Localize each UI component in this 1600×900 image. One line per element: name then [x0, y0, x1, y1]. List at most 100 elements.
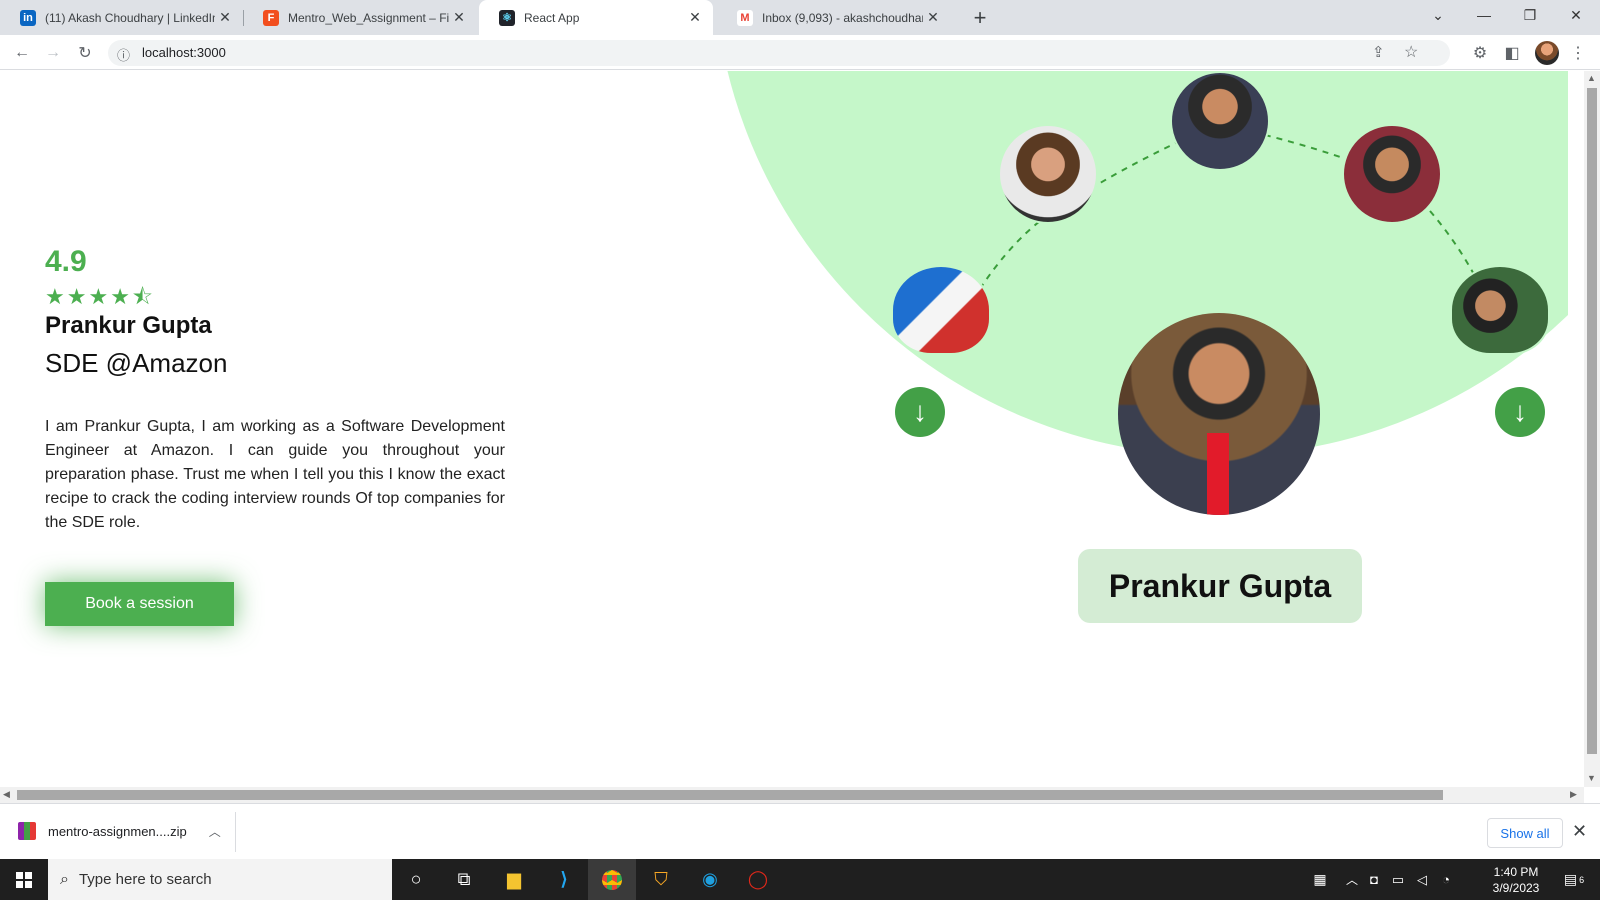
mentor-role: SDE @Amazon — [45, 348, 228, 378]
volume-icon[interactable]: ◁ — [1410, 859, 1434, 900]
star-icon: ★ — [45, 284, 65, 309]
notifications-icon[interactable]: ▤ 6 — [1554, 859, 1594, 900]
windows-start-icon[interactable] — [0, 859, 48, 900]
close-tab-icon[interactable]: ✕ — [685, 9, 705, 26]
arrow-down-left-button[interactable]: ↓ — [895, 387, 945, 437]
scroll-down-icon[interactable]: ▼ — [1587, 773, 1596, 783]
tab-title: (11) Akash Choudhary | LinkedIn — [45, 10, 215, 25]
scroll-up-icon[interactable]: ▲ — [1587, 73, 1596, 83]
downloads-bar: mentro-assignmen....zip ︿ Show all ✕ — [0, 803, 1600, 859]
tab-figma[interactable]: F Mentro_Web_Assignment – Figma ✕ — [243, 0, 477, 35]
keyboard-layout-icon[interactable]: ▦ — [1306, 859, 1334, 900]
back-arrow-icon[interactable]: ← — [10, 41, 34, 65]
mentor-name: Prankur Gupta — [45, 312, 212, 339]
cortana-icon[interactable]: ○ — [392, 859, 440, 900]
new-tab-button[interactable]: + — [966, 4, 994, 32]
site-info-icon[interactable]: ⓘ — [117, 45, 130, 64]
vertical-scrollbar[interactable]: ▲ ▼ — [1584, 71, 1600, 787]
star-icon: ★ — [88, 284, 109, 309]
minimize-button[interactable]: — — [1462, 0, 1506, 30]
close-tab-icon[interactable]: ✕ — [449, 9, 469, 26]
mentor-avatar-4[interactable] — [891, 265, 991, 355]
mentor-bio: I am Prankur Gupta, I am working as a So… — [45, 418, 505, 531]
reload-icon[interactable]: ↻ — [73, 41, 97, 65]
tab-gmail[interactable]: M Inbox (9,093) - akashchoudhary8 ✕ — [717, 0, 951, 35]
close-tab-icon[interactable]: ✕ — [923, 9, 943, 26]
system-clock[interactable]: 1:40 PM 3/9/2023 — [1486, 864, 1546, 896]
divider — [235, 812, 236, 852]
taskbar-search-box[interactable]: ⌕ Type here to search — [48, 859, 392, 900]
close-downloads-icon[interactable]: ✕ — [1572, 821, 1587, 842]
clock-time: 1:40 PM — [1493, 865, 1539, 879]
tab-search-icon[interactable]: ⌄ — [1416, 0, 1460, 30]
react-icon: ⚛ — [499, 9, 515, 26]
vscode-icon[interactable]: ⟩ — [540, 859, 588, 900]
search-icon: ⌕ — [60, 870, 69, 888]
url-text: localhost:3000 — [142, 45, 226, 60]
taskbar-search-placeholder: Type here to search — [78, 871, 212, 888]
task-view-icon[interactable]: ⧉ — [440, 859, 488, 900]
horizontal-scroll-thumb[interactable] — [17, 790, 1443, 800]
star-rating: ★ ★ ★ ★ ⯪ — [45, 286, 153, 308]
browser-tab-strip: in (11) Akash Choudhary | LinkedIn ✕ F M… — [0, 0, 1600, 35]
tab-title: Mentro_Web_Assignment – Figma — [288, 10, 449, 25]
book-session-button[interactable]: Book a session — [45, 582, 234, 626]
close-tab-icon[interactable]: ✕ — [215, 9, 235, 26]
page-viewport: ↓ ↓ Prankur Gupta 4.9 ★ ★ ★ ★ ⯪ Prankur … — [0, 71, 1568, 787]
figma-icon: F — [263, 9, 279, 26]
restore-button[interactable]: ❐ — [1508, 0, 1552, 30]
address-bar[interactable]: ⓘ localhost:3000 ⇪ ☆ — [108, 40, 1450, 66]
battery-icon[interactable]: ▭ — [1386, 859, 1410, 900]
clock-date: 3/9/2023 — [1492, 881, 1540, 895]
mentor-avatar-3[interactable] — [1342, 124, 1442, 224]
horizontal-scrollbar[interactable]: ◀ ▶ — [0, 787, 1584, 803]
brave-icon[interactable]: ⛉ — [637, 859, 685, 900]
scroll-left-icon[interactable]: ◀ — [3, 789, 10, 800]
side-panel-icon[interactable]: ◧ — [1500, 41, 1524, 65]
tab-title: React App — [524, 10, 580, 25]
show-all-downloads-button[interactable]: Show all — [1487, 818, 1563, 848]
camera-icon[interactable]: ◘ — [1362, 859, 1386, 900]
arrow-down-icon: ↓ — [1513, 396, 1527, 427]
gmail-icon: M — [737, 9, 753, 26]
tie-shape — [1207, 433, 1229, 515]
profile-avatar[interactable] — [1535, 41, 1559, 65]
scroll-right-icon[interactable]: ▶ — [1570, 789, 1577, 800]
half-star-icon: ⯪ — [131, 284, 153, 309]
edge-icon[interactable]: ◉ — [686, 859, 734, 900]
bookmark-star-icon[interactable]: ☆ — [1404, 42, 1418, 62]
notification-count: 6 — [1579, 874, 1585, 885]
linkedin-icon: in — [20, 9, 36, 26]
tab-title: Inbox (9,093) - akashchoudhary8 — [762, 10, 923, 25]
windows-taskbar: ⌕ Type here to search ○ ⧉ ▆ ⟩ ⛉ ◉ ◯ ▦ ︿ … — [0, 859, 1600, 900]
star-icon: ★ — [110, 284, 130, 309]
featured-mentor-name: Prankur Gupta — [1078, 549, 1362, 623]
arrow-down-icon: ↓ — [913, 396, 927, 427]
zip-archive-icon — [18, 822, 36, 840]
wifi-icon[interactable]: ◔ — [1434, 859, 1458, 900]
rating-value: 4.9 — [45, 245, 87, 278]
arrow-down-right-button[interactable]: ↓ — [1495, 387, 1545, 437]
tab-react-app[interactable]: ⚛ React App ✕ — [479, 0, 713, 35]
vertical-scroll-thumb[interactable] — [1587, 88, 1597, 754]
mentor-avatar-1[interactable] — [998, 124, 1098, 224]
forward-arrow-icon[interactable]: → — [41, 41, 65, 65]
opera-icon[interactable]: ◯ — [734, 859, 782, 900]
extensions-icon[interactable]: ⚙ — [1468, 41, 1492, 65]
mentor-avatar-2[interactable] — [1170, 71, 1270, 171]
share-icon[interactable]: ⇪ — [1372, 43, 1385, 61]
menu-kebab-icon[interactable]: ⋮ — [1566, 41, 1590, 65]
chrome-icon[interactable] — [588, 859, 636, 900]
file-explorer-icon[interactable]: ▆ — [490, 859, 538, 900]
download-item[interactable]: mentro-assignmen....zip ︿ — [18, 816, 221, 846]
chevron-up-icon[interactable]: ︿ — [1340, 859, 1364, 900]
tab-linkedin[interactable]: in (11) Akash Choudhary | LinkedIn ✕ — [0, 0, 243, 35]
star-icon: ★ — [66, 284, 87, 309]
featured-mentor-photo — [1118, 313, 1320, 515]
chevron-up-icon[interactable]: ︿ — [209, 823, 221, 840]
browser-toolbar: ← → ↻ ⓘ localhost:3000 ⇪ ☆ ⚙ ◧ ⋮ — [0, 35, 1600, 70]
close-window-button[interactable]: ✕ — [1554, 0, 1598, 30]
download-filename: mentro-assignmen....zip — [48, 823, 187, 839]
mentor-avatar-5[interactable] — [1450, 265, 1550, 355]
chrome-logo — [602, 869, 622, 890]
